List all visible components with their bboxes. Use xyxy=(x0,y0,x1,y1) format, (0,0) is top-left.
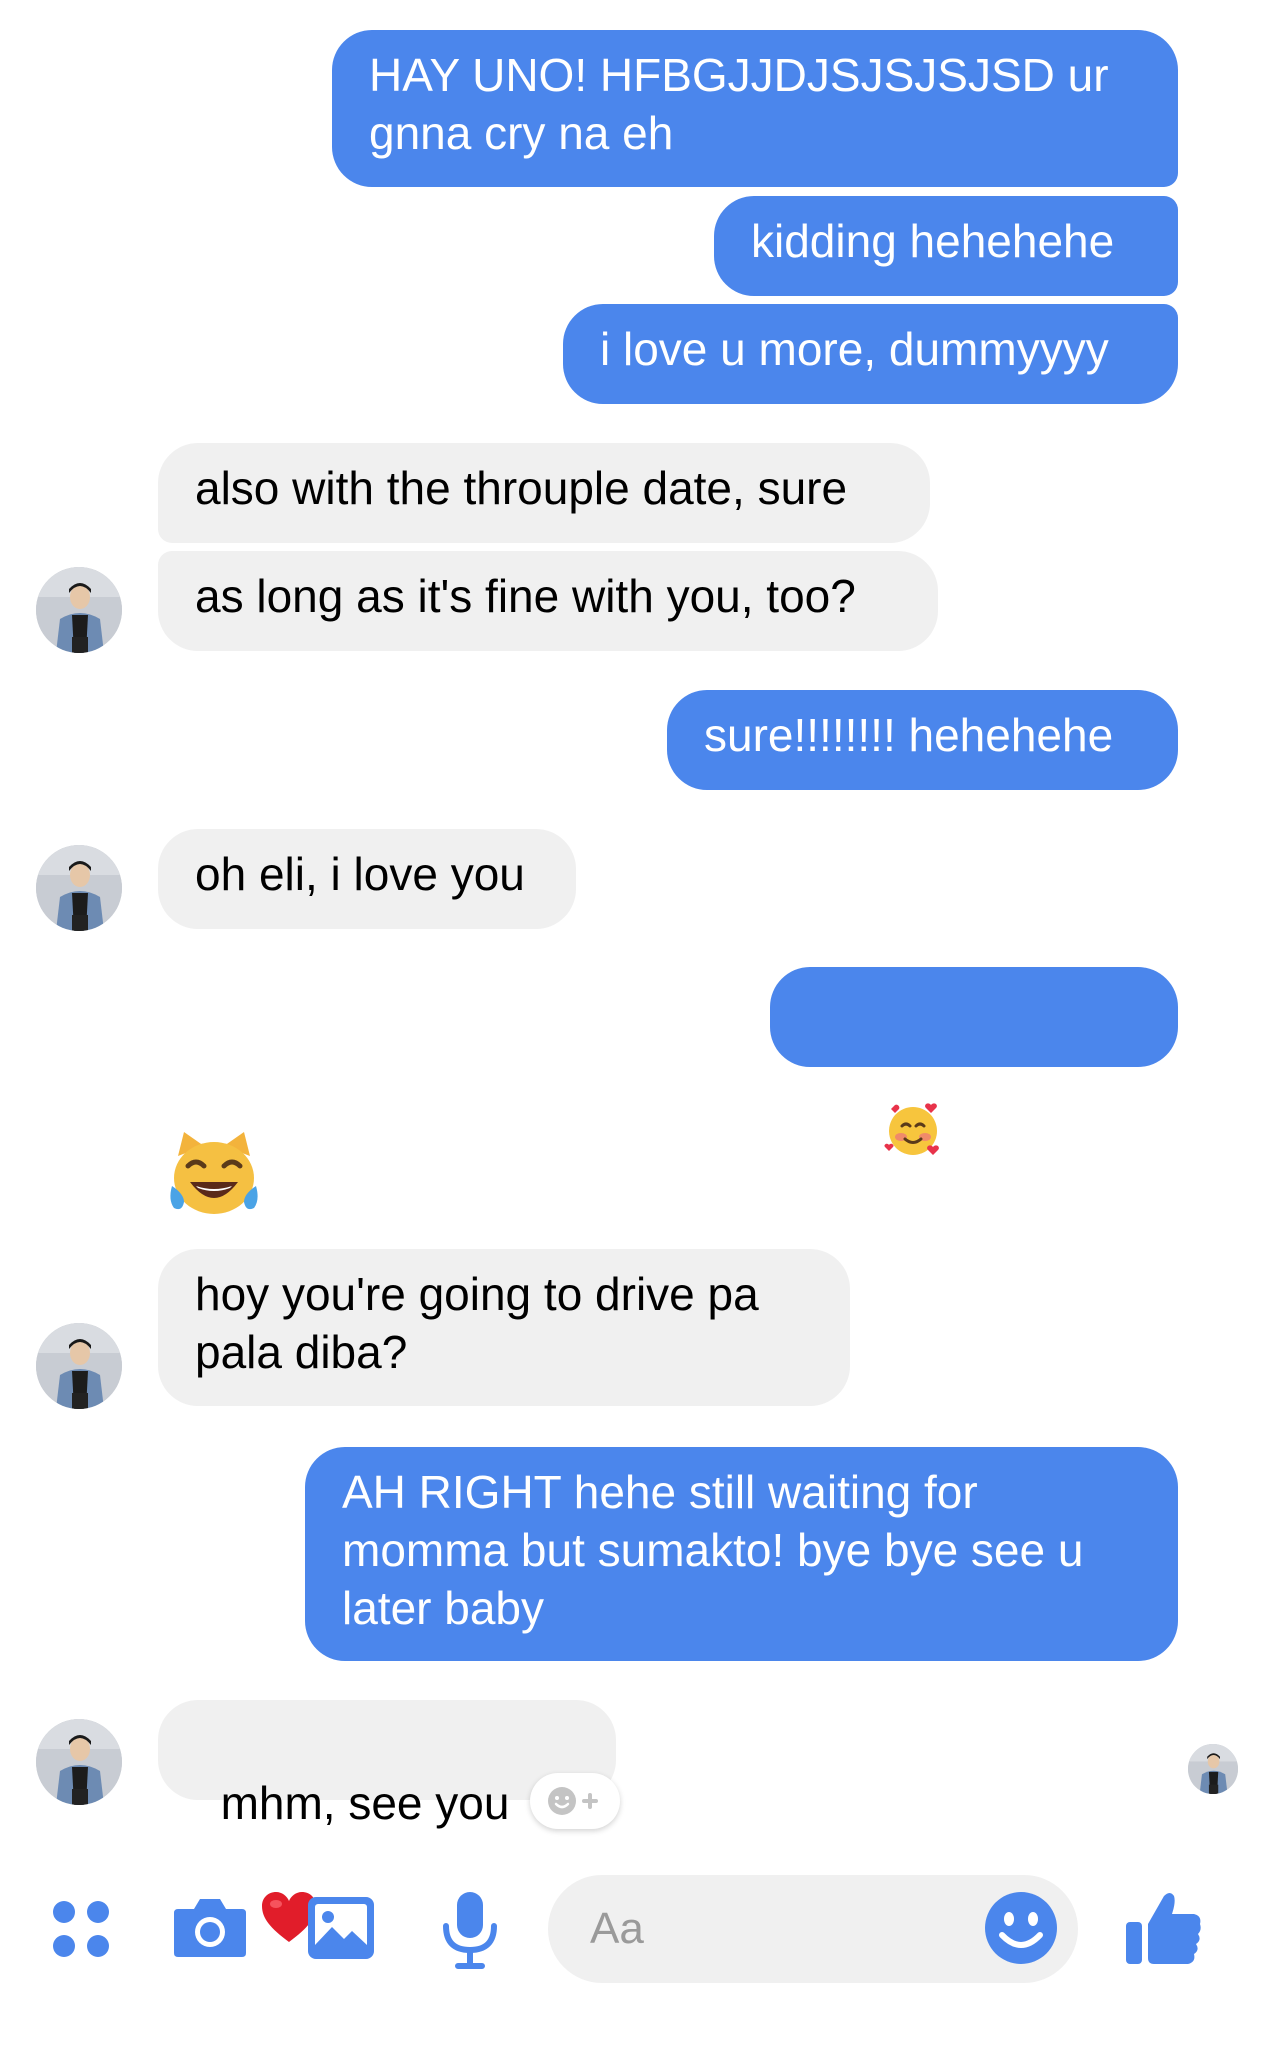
smiling-face-with-hearts-icon xyxy=(832,1041,943,1230)
message-bubble-outgoing[interactable]: i love u more, dummyyyy xyxy=(563,304,1178,404)
apps-icon xyxy=(53,1901,109,1957)
emoji-icon xyxy=(985,1892,1057,1964)
message-bubble-outgoing[interactable]: i know right xyxy=(770,967,1178,1285)
message-bubble-outgoing[interactable]: HAY UNO! HFBGJJDJSJSJSJSD ur gnna cry na… xyxy=(332,30,1178,187)
add-reaction-button[interactable] xyxy=(530,1773,620,1829)
apps-button[interactable] xyxy=(52,1900,112,1960)
contact-avatar[interactable] xyxy=(36,1323,122,1409)
camera-icon xyxy=(174,1899,246,1957)
message-bubble-incoming[interactable]: hoy you're going to drive pa pala diba? xyxy=(158,1249,850,1406)
thumbs-up-button[interactable] xyxy=(1124,1888,1204,1968)
microphone-button[interactable] xyxy=(440,1890,500,1970)
avatar-image xyxy=(36,845,122,931)
seen-receipt-avatar xyxy=(1188,1744,1238,1794)
emoji-button[interactable] xyxy=(982,1889,1060,1972)
add-reaction-icon xyxy=(548,1787,598,1815)
message-input-placeholder: Aa xyxy=(590,1904,644,1953)
message-bubble-incoming[interactable]: oh eli, i love you xyxy=(158,829,576,929)
contact-avatar[interactable] xyxy=(36,1719,122,1805)
message-text: mhm, see you xyxy=(220,1777,510,1829)
message-bubble-incoming[interactable]: also with the throuple date, sure xyxy=(158,443,930,543)
cat-face-with-tears-of-joy-icon[interactable] xyxy=(164,1126,264,1226)
message-bubble-incoming[interactable]: as long as it's fine with you, too? xyxy=(158,551,938,651)
avatar-image xyxy=(1188,1744,1238,1794)
avatar-image xyxy=(36,1323,122,1409)
camera-button[interactable] xyxy=(172,1893,248,1959)
message-bubble-outgoing[interactable]: kidding hehehehe xyxy=(714,196,1178,296)
thumbs-up-icon xyxy=(1126,1893,1201,1964)
microphone-icon xyxy=(443,1892,497,1969)
message-bubble-outgoing[interactable]: AH RIGHT hehe still waiting for momma bu… xyxy=(305,1447,1178,1661)
contact-avatar[interactable] xyxy=(36,567,122,653)
message-input[interactable]: Aa xyxy=(548,1875,1078,1983)
gallery-icon xyxy=(308,1897,374,1959)
message-bubble-outgoing[interactable]: sure!!!!!!!! hehehehe xyxy=(667,690,1178,790)
gallery-button[interactable] xyxy=(306,1893,376,1963)
avatar-image xyxy=(36,1719,122,1805)
avatar-image xyxy=(36,567,122,653)
composer-bar: Aa xyxy=(0,1860,1264,2000)
contact-avatar[interactable] xyxy=(36,845,122,931)
